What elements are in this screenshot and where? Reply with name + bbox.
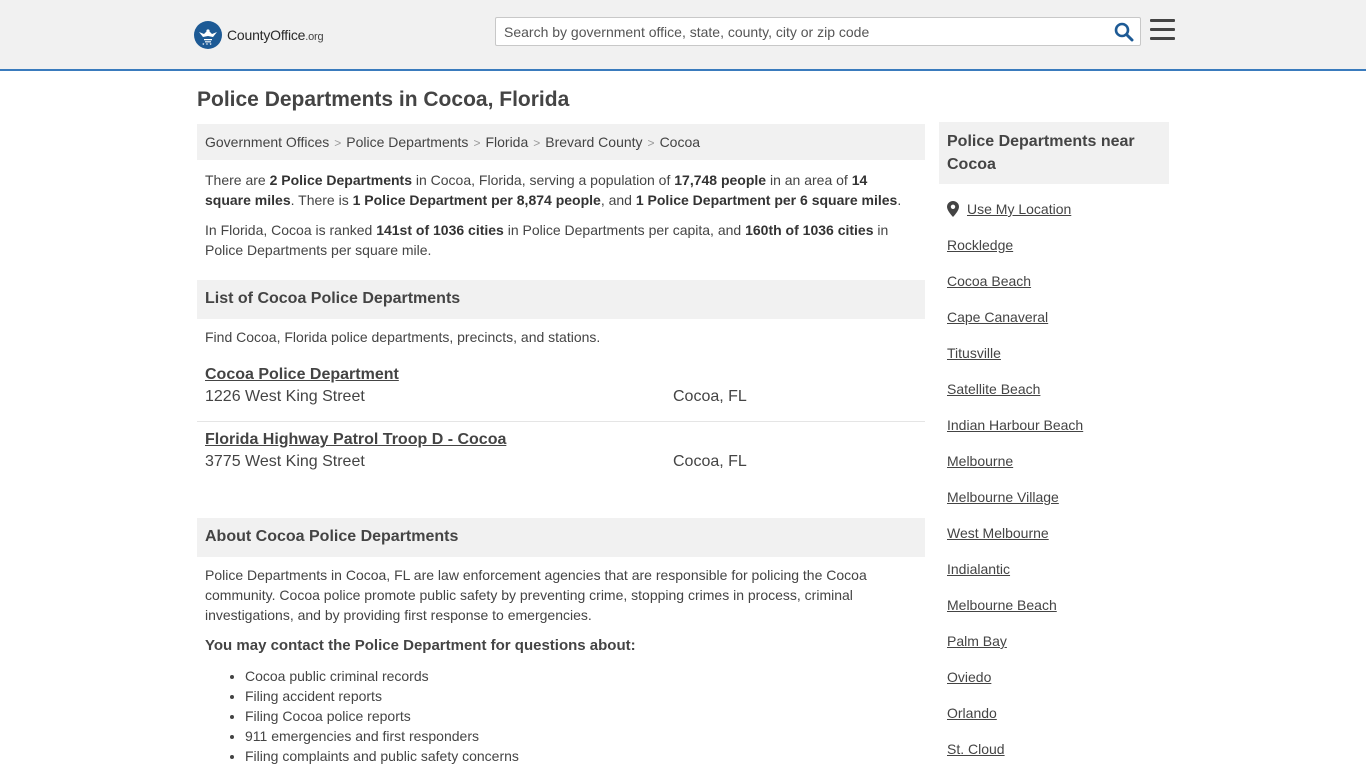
logo-text: CountyOffice.org: [227, 27, 324, 43]
department-address: 1226 West King Street: [205, 388, 365, 405]
nearby-city-link[interactable]: West Melbourne: [947, 525, 1049, 541]
department-city: Cocoa, FL: [673, 388, 747, 405]
list-item: 911 emergencies and first responders: [245, 726, 519, 746]
breadcrumb-police-departments[interactable]: Police Departments: [346, 134, 468, 150]
breadcrumb-separator-icon: >: [334, 136, 342, 150]
list-item: Filing accident reports: [245, 686, 519, 706]
about-section-title: About Cocoa Police Departments: [197, 518, 925, 557]
search-input[interactable]: [504, 18, 1104, 45]
search-box: [495, 17, 1141, 46]
search-icon[interactable]: [1114, 22, 1134, 42]
breadcrumb-florida[interactable]: Florida: [485, 134, 528, 150]
department-address: 3775 West King Street: [205, 453, 365, 470]
sidebar-title: Police Departments near Cocoa: [939, 122, 1169, 184]
intro-paragraph-ranking: In Florida, Cocoa is ranked 141st of 103…: [205, 222, 889, 258]
nearby-city-link[interactable]: Rockledge: [947, 237, 1013, 253]
nearby-city-link[interactable]: Melbourne Beach: [947, 597, 1057, 613]
nearby-city-link[interactable]: Satellite Beach: [947, 381, 1040, 397]
list-section-description: Find Cocoa, Florida police departments, …: [205, 329, 601, 345]
contact-questions-list: Cocoa public criminal records Filing acc…: [245, 666, 519, 766]
list-divider: [197, 421, 925, 422]
list-item: Cocoa Police Department 1226 West King S…: [197, 366, 925, 406]
about-section-text: Police Departments in Cocoa, FL are law …: [205, 567, 867, 623]
list-item: Filing complaints and public safety conc…: [245, 746, 519, 766]
nearby-city-link[interactable]: Melbourne: [947, 453, 1013, 469]
use-my-location-link[interactable]: Use My Location: [967, 201, 1071, 217]
use-my-location: Use My Location: [947, 201, 1071, 217]
department-city: Cocoa, FL: [673, 453, 747, 470]
nearby-city-link[interactable]: St. Cloud: [947, 741, 1005, 757]
logo-eagle-icon: ★ ★ ★: [194, 21, 222, 49]
breadcrumb-brevard-county[interactable]: Brevard County: [545, 134, 642, 150]
nearby-cities-list: Rockledge Cocoa Beach Cape Canaveral Tit…: [947, 237, 1083, 777]
page-title: Police Departments in Cocoa, Florida: [197, 88, 570, 111]
breadcrumb-government-offices[interactable]: Government Offices: [205, 134, 329, 150]
hamburger-menu-icon[interactable]: [1150, 19, 1175, 42]
site-logo[interactable]: ★ ★ ★ CountyOffice.org: [194, 20, 324, 50]
breadcrumb-separator-icon: >: [473, 136, 481, 150]
breadcrumb-separator-icon: >: [647, 136, 655, 150]
nearby-city-link[interactable]: Melbourne Village: [947, 489, 1059, 505]
nearby-city-link[interactable]: Cape Canaveral: [947, 309, 1048, 325]
contact-questions-title: You may contact the Police Department fo…: [205, 637, 636, 654]
map-pin-icon: [947, 201, 959, 217]
nearby-city-link[interactable]: Indian Harbour Beach: [947, 417, 1083, 433]
svg-text:★ ★ ★: ★ ★ ★: [202, 42, 212, 46]
nearby-city-link[interactable]: Titusville: [947, 345, 1001, 361]
breadcrumb-cocoa[interactable]: Cocoa: [660, 134, 700, 150]
list-item: Cocoa public criminal records: [245, 666, 519, 686]
nearby-city-link[interactable]: Palm Bay: [947, 633, 1007, 649]
breadcrumb-separator-icon: >: [533, 136, 541, 150]
intro-paragraph-stats: There are 2 Police Departments in Cocoa,…: [205, 172, 902, 208]
department-name-link[interactable]: Cocoa Police Department: [205, 366, 399, 384]
list-item: Florida Highway Patrol Troop D - Cocoa 3…: [197, 431, 925, 471]
nearby-city-link[interactable]: Indialantic: [947, 561, 1010, 577]
nearby-city-link[interactable]: Orlando: [947, 705, 997, 721]
department-name-link[interactable]: Florida Highway Patrol Troop D - Cocoa: [205, 431, 506, 449]
nearby-city-link[interactable]: Cocoa Beach: [947, 273, 1031, 289]
breadcrumb: Government Offices > Police Departments > Fl…: [197, 124, 925, 160]
list-section-title: List of Cocoa Police Departments: [197, 280, 925, 319]
top-header: ★ ★ ★ CountyOffice.org: [0, 0, 1366, 71]
list-item: Filing Cocoa police reports: [245, 706, 519, 726]
nearby-city-link[interactable]: Oviedo: [947, 669, 991, 685]
